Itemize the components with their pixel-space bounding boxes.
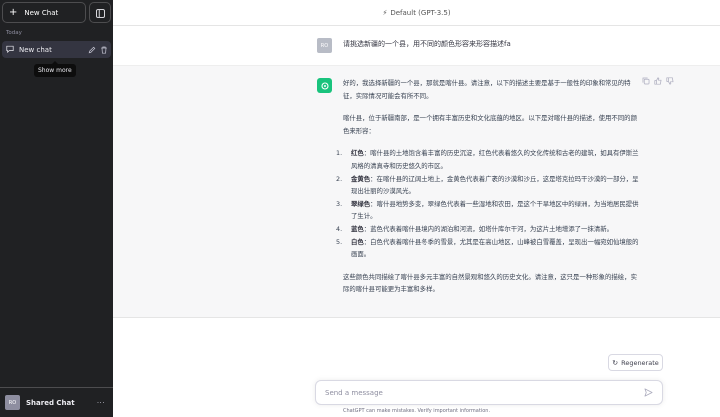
list-item-text: ：蓝色代表着喀什县境内的湖泊和河流，如塔什库尔干河，为这片土地增添了一抹清新。 bbox=[363, 224, 614, 233]
regenerate-button[interactable]: ↻ Regenerate bbox=[608, 354, 663, 371]
sidebar-footer[interactable]: RO Shared Chat ··· bbox=[0, 387, 113, 417]
send-icon[interactable] bbox=[643, 387, 654, 398]
edit-icon[interactable] bbox=[87, 45, 96, 54]
color-name: 白色 bbox=[351, 237, 364, 246]
message-input[interactable] bbox=[325, 388, 643, 397]
main-panel: ⚡ Default (GPT-3.5) RO 请挑选新疆的一个县，用不同的颜色形… bbox=[113, 0, 720, 417]
account-name: Shared Chat bbox=[26, 398, 75, 407]
user-message-text: 请挑选新疆的一个县，用不同的颜色形容来形容描述fa bbox=[343, 40, 511, 48]
list-item-text: ：在喀什县的辽阔土地上，金黄色代表着广袤的沙漠和沙丘，这是塔克拉玛干沙漠的一部分… bbox=[351, 174, 639, 196]
lightning-bolt-icon: ⚡ bbox=[382, 8, 388, 17]
disclaimer-text: ChatGPT can make mistakes. Verify import… bbox=[342, 408, 491, 414]
thumbs-up-icon[interactable] bbox=[654, 77, 662, 85]
section-today-label: Today bbox=[6, 30, 22, 36]
new-chat-label: New Chat bbox=[24, 8, 59, 17]
list-number: 2. bbox=[336, 174, 343, 183]
avatar: RO bbox=[5, 395, 20, 410]
model-bar: ⚡ Default (GPT-3.5) bbox=[113, 0, 720, 26]
chat-bubble-icon bbox=[6, 45, 14, 55]
color-list: 1. 红色：喀什县的土地饱含着丰富的历史沉淀，红色代表着悠久的文化传统和古老的建筑… bbox=[336, 147, 639, 261]
color-name: 金黄色 bbox=[351, 174, 371, 183]
assistant-message-content: 好的，我选择新疆的一个县，那就是喀什县。请注意，以下的描述主要是基于一般性的印象… bbox=[336, 77, 639, 306]
list-item: 5. 白色：白色代表着喀什县冬季的雪景，尤其是在高山地区，山峰被白雪覆盖，呈现出一… bbox=[336, 236, 639, 261]
list-number: 4. bbox=[336, 224, 343, 233]
refresh-icon: ↻ bbox=[612, 358, 619, 367]
list-number: 5. bbox=[336, 237, 343, 246]
model-label: Default (GPT-3.5) bbox=[390, 8, 451, 17]
user-avatar: RO bbox=[317, 38, 332, 53]
list-number: 1. bbox=[336, 149, 343, 158]
copy-icon[interactable] bbox=[642, 77, 650, 85]
assistant-message-row: 好的，我选择新疆的一个县，那就是喀什县。请注意，以下的描述主要是基于一般性的印象… bbox=[113, 66, 720, 318]
color-name: 红色 bbox=[351, 149, 364, 158]
new-chat-button[interactable]: + New Chat bbox=[2, 2, 86, 23]
toggle-sidebar-button[interactable] bbox=[89, 2, 111, 23]
more-options-icon[interactable]: ··· bbox=[97, 399, 105, 407]
regenerate-label: Regenerate bbox=[621, 358, 659, 367]
color-name: 蓝色 bbox=[351, 224, 364, 233]
assistant-outro: 这些颜色共同描绘了喀什县多元丰富的自然景观和悠久的历史文化。请注意，这只是一种形… bbox=[343, 272, 637, 294]
plus-icon: + bbox=[9, 6, 18, 18]
thumbs-down-icon[interactable] bbox=[666, 77, 674, 85]
sidebar: + New Chat Today New chat Show more RO S… bbox=[0, 0, 113, 417]
message-composer bbox=[315, 380, 663, 405]
list-item: 1. 红色：喀什县的土地饱含着丰富的历史沉淀，红色代表着悠久的文化传统和古老的建筑… bbox=[336, 147, 639, 172]
list-item-text: ：喀什县的土地饱含着丰富的历史沉淀，红色代表着悠久的文化传统和古老的建筑，如具有… bbox=[351, 149, 639, 170]
chatgpt-logo-icon bbox=[317, 78, 332, 93]
assistant-intro: 好的，我选择新疆的一个县，那就是喀什县。请注意，以下的描述主要是基于一般性的印象… bbox=[343, 79, 631, 100]
sidebar-chat-item[interactable]: New chat bbox=[2, 41, 111, 58]
list-item: 2. 金黄色：在喀什县的辽阔土地上，金黄色代表着广袤的沙漠和沙丘，这是塔克拉玛干沙… bbox=[336, 173, 639, 198]
list-item-text: ：白色代表着喀什县冬季的雪景，尤其是在高山地区，山峰被白雪覆盖，呈现出一幅宛如仙… bbox=[351, 237, 639, 259]
list-item-text: ：喀什县地势多变，翠绿色代表着一些湿地和农田，是这个干旱地区中的绿洲，为当地居民… bbox=[351, 199, 639, 221]
assistant-paragraph: 喀什县，位于新疆南部，是一个拥有丰富历史和文化底蕴的地区。以下是对喀什县的描述，… bbox=[343, 114, 637, 135]
list-item: 3. 翠绿色：喀什县地势多变，翠绿色代表着一些湿地和农田，是这个干旱地区中的绿洲，… bbox=[336, 198, 639, 223]
color-name: 翠绿色 bbox=[351, 199, 371, 208]
list-item: 4. 蓝色：蓝色代表着喀什县境内的湖泊和河流，如塔什库尔干河，为这片土地增添了一抹… bbox=[336, 223, 639, 236]
message-actions bbox=[642, 77, 674, 85]
show-more-tooltip: Show more bbox=[34, 61, 76, 77]
chat-item-label: New chat bbox=[19, 45, 52, 54]
sidebar-toggle-icon bbox=[95, 3, 105, 22]
trash-icon[interactable] bbox=[99, 45, 108, 54]
user-message-row: RO 请挑选新疆的一个县，用不同的颜色形容来形容描述fa bbox=[113, 26, 720, 66]
list-number: 3. bbox=[336, 199, 343, 208]
